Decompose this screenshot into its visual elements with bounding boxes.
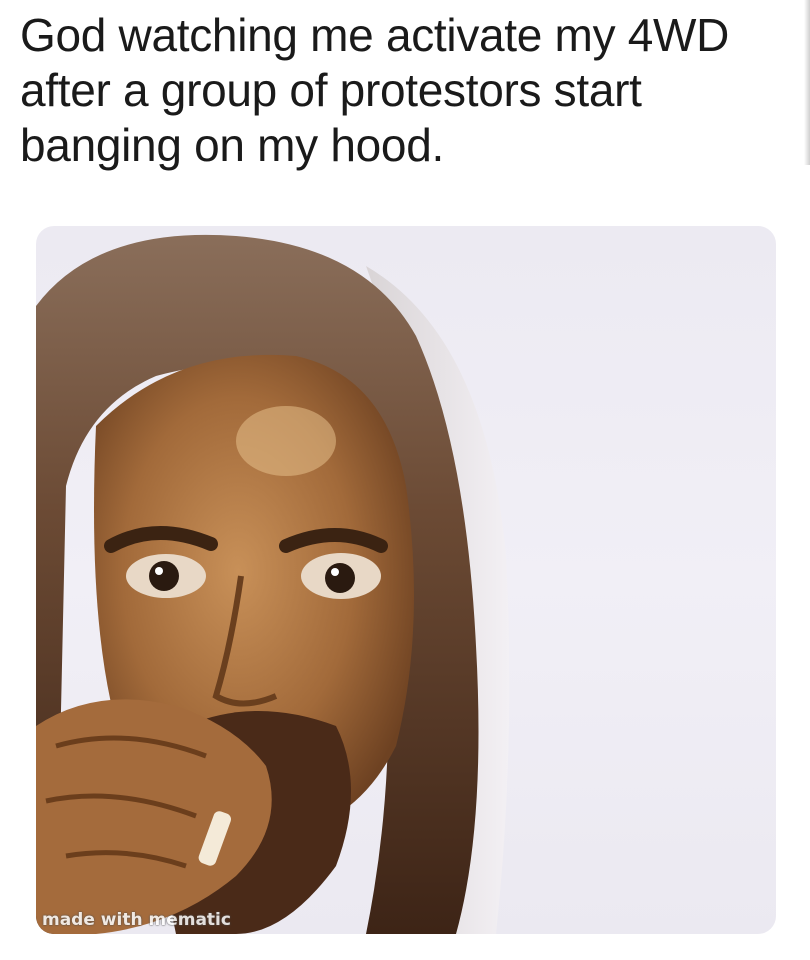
jesus-smoking-illustration: [36, 234, 510, 934]
meme-photo: made with mematic: [36, 226, 776, 934]
mematic-watermark: made with mematic: [42, 910, 231, 930]
meme-caption: God watching me activate my 4WD after a …: [20, 9, 730, 171]
edge-shadow: [804, 0, 810, 165]
